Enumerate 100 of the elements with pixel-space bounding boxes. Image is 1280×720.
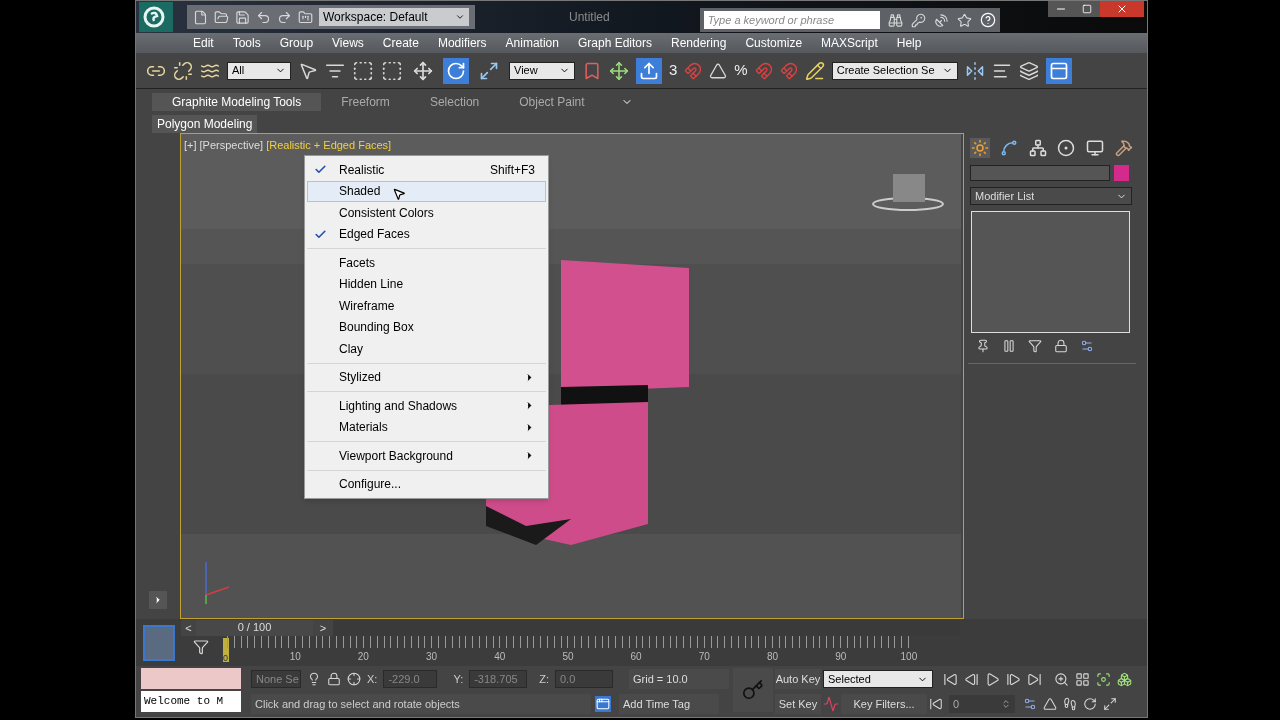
menu-item[interactable]: Lighting and Shadows xyxy=(307,395,546,417)
menu-bar-item[interactable]: Graph Editors xyxy=(568,34,661,52)
go-to-end-icon[interactable] xyxy=(1027,671,1042,687)
ribbon-tab[interactable]: Object Paint xyxy=(499,93,605,111)
menu-item[interactable]: Clay xyxy=(307,338,546,360)
help-icon[interactable] xyxy=(979,12,996,28)
snap-count[interactable]: 3 xyxy=(669,59,678,82)
expand-panel-button[interactable] xyxy=(149,591,167,609)
previous-key-icon[interactable] xyxy=(964,671,979,687)
pin-stack-icon[interactable] xyxy=(976,339,990,353)
menu-bar-item[interactable]: Group xyxy=(270,34,323,52)
viewport-label[interactable]: [Realistic + Edged Faces] xyxy=(266,137,392,154)
menu-item[interactable]: Bounding Box xyxy=(307,316,546,338)
menu-item[interactable]: Materials xyxy=(307,416,546,438)
menu-bar-item[interactable]: Help xyxy=(887,34,931,52)
binoculars-icon[interactable] xyxy=(887,12,903,28)
ribbon-panel-tab[interactable]: Polygon Modeling xyxy=(152,115,258,133)
modify-tab[interactable] xyxy=(999,138,1019,158)
project-folder-icon[interactable] xyxy=(298,9,313,25)
set-key-button[interactable]: Set Key xyxy=(775,694,821,714)
save-icon[interactable] xyxy=(235,9,250,25)
auto-key-button[interactable]: Auto Key xyxy=(775,669,821,689)
ribbon-tab[interactable]: Freeform xyxy=(321,93,410,111)
ribbon-tab[interactable]: Graphite Modeling Tools xyxy=(152,93,322,111)
lock-icon[interactable] xyxy=(327,672,341,686)
redo-icon[interactable] xyxy=(277,9,292,25)
create-tab[interactable] xyxy=(970,138,991,158)
window-icon[interactable] xyxy=(596,697,610,711)
new-file-icon[interactable] xyxy=(193,9,208,25)
maximize-button[interactable] xyxy=(1074,1,1100,17)
menu-item[interactable]: Consistent Colors xyxy=(307,202,546,224)
reference-coordinate-dropdown[interactable]: View xyxy=(509,61,575,80)
menu-item[interactable]: Shaded xyxy=(307,180,546,202)
frame-counter[interactable]: 0 / 100 xyxy=(196,619,313,636)
zoom-all-icon[interactable] xyxy=(1075,671,1090,687)
timeline-filter-icon[interactable] xyxy=(193,639,209,655)
menu-bar-item[interactable]: Animation xyxy=(496,34,568,52)
motion-tab[interactable] xyxy=(1056,138,1077,158)
search-field[interactable]: Type a keyword or phrase xyxy=(703,11,880,29)
viewcube-icon[interactable] xyxy=(872,174,944,211)
modifier-list-dropdown[interactable]: Modifier List xyxy=(970,187,1132,205)
maxscript-output-field[interactable]: Welcome to M xyxy=(141,691,241,712)
unlink-icon[interactable] xyxy=(173,60,193,81)
key-mode-dropdown[interactable]: Selected xyxy=(823,670,933,688)
minimize-button[interactable] xyxy=(1048,1,1074,17)
workspace-dropdown[interactable]: Workspace: Default xyxy=(319,8,469,26)
star-icon[interactable] xyxy=(956,12,972,28)
layers-icon[interactable] xyxy=(1018,60,1039,81)
object-name-field[interactable] xyxy=(970,165,1110,181)
satellite-dish-icon[interactable] xyxy=(933,12,949,28)
orbit-icon[interactable] xyxy=(1083,697,1097,711)
next-frame-button[interactable]: > xyxy=(313,619,333,636)
key-icon[interactable] xyxy=(910,12,926,28)
previous-frame-button[interactable]: < xyxy=(181,619,196,636)
utilities-tab[interactable] xyxy=(1113,138,1134,158)
menu-bar-item[interactable]: Views xyxy=(323,34,373,52)
zoom-icon[interactable] xyxy=(1054,671,1069,687)
manipulate-button[interactable] xyxy=(636,57,662,84)
add-time-tag-button[interactable]: Add Time Tag xyxy=(619,694,719,714)
menu-bar-item[interactable]: Rendering xyxy=(662,34,736,52)
zoom-extents-icon[interactable] xyxy=(1096,671,1111,687)
selection-filter-dropdown[interactable]: All xyxy=(227,61,291,80)
named-selection-dropdown[interactable]: Create Selection Se xyxy=(831,61,958,80)
app-logo[interactable] xyxy=(139,2,173,32)
percent-snap-label[interactable]: % xyxy=(734,59,748,82)
key-filters-button[interactable]: Key Filters... xyxy=(841,694,927,714)
transform-gizmo-icon[interactable] xyxy=(609,60,629,81)
next-key-icon[interactable] xyxy=(1006,671,1021,687)
menu-item[interactable]: Stylized xyxy=(307,366,546,388)
viewport-label[interactable]: [+] xyxy=(184,137,197,154)
play-icon[interactable] xyxy=(985,671,1000,687)
menu-bar-item[interactable]: Create xyxy=(373,34,428,52)
object-color-swatch[interactable] xyxy=(1114,165,1129,181)
menu-bar-item[interactable]: Tools xyxy=(223,34,270,52)
ribbon-tab[interactable]: Selection xyxy=(409,93,500,111)
window-crossing-icon[interactable] xyxy=(381,59,403,82)
modifier-stack-list[interactable] xyxy=(971,211,1130,333)
menu-item[interactable]: Hidden Line xyxy=(307,273,546,295)
menu-item[interactable]: Edged Faces xyxy=(307,223,546,245)
display-tab[interactable] xyxy=(1084,138,1105,158)
viewport-label[interactable]: [Perspective] xyxy=(199,137,264,154)
rotate-button[interactable] xyxy=(443,57,469,84)
menu-item[interactable]: Viewport Background xyxy=(307,445,546,467)
angle-snap-icon[interactable] xyxy=(709,61,728,80)
mini-curve-editor-button[interactable] xyxy=(142,624,175,661)
current-frame-field[interactable]: 0 xyxy=(949,695,1015,713)
go-to-start-icon[interactable] xyxy=(943,671,958,687)
menu-item[interactable]: Configure... xyxy=(307,473,546,495)
menu-bar-item[interactable]: Customize xyxy=(736,34,812,52)
menu-bar-item[interactable]: MAXScript xyxy=(812,34,887,52)
zoom-extents-all-icon[interactable] xyxy=(1117,671,1132,687)
ribbon-toggle-button[interactable] xyxy=(1045,57,1072,84)
undo-icon[interactable] xyxy=(256,9,271,25)
mirror-icon[interactable] xyxy=(964,60,985,81)
menu-bar-item[interactable]: Edit xyxy=(184,34,223,52)
menu-item[interactable]: Realistic Shift+F3 xyxy=(307,159,546,181)
menu-item[interactable]: Facets xyxy=(307,252,546,274)
maximize-viewport-icon[interactable] xyxy=(1103,697,1117,711)
open-folder-icon[interactable] xyxy=(214,9,229,25)
rectangle-selection-icon[interactable] xyxy=(352,59,374,82)
